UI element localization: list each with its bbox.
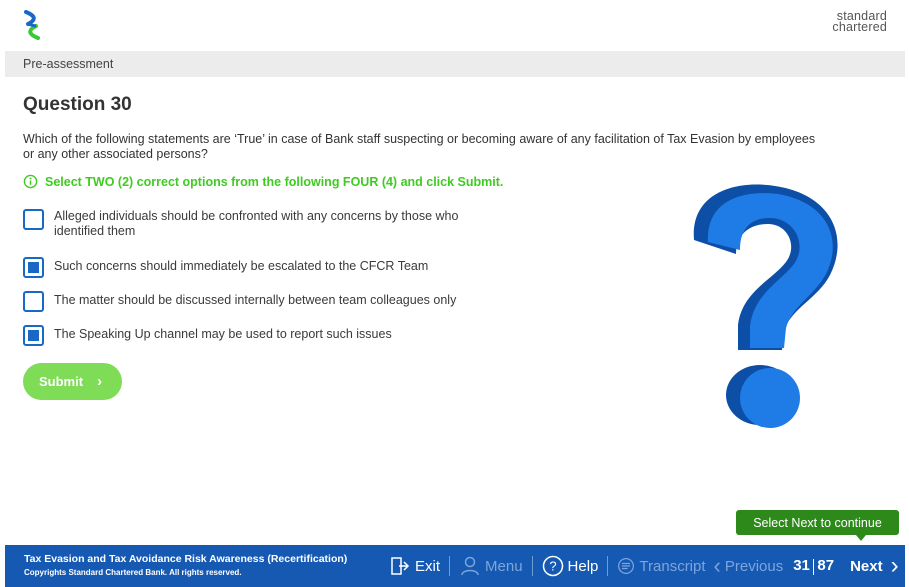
total-pages: 87 (817, 557, 835, 575)
section-title-bar: Pre-assessment (5, 51, 905, 77)
exit-icon (391, 557, 410, 575)
option-2[interactable]: Such concerns should immediately be esca… (23, 257, 504, 278)
submit-button[interactable]: Submit › (23, 363, 122, 400)
transcript-button[interactable]: Transcript (617, 557, 706, 575)
standard-chartered-logo (24, 10, 40, 40)
nav-divider (531, 556, 533, 576)
next-label: Next (850, 557, 883, 575)
copyright-text: Copyrights Standard Chartered Bank. All … (24, 568, 242, 577)
exit-button[interactable]: Exit (389, 555, 440, 577)
chevron-right-icon: › (890, 552, 899, 579)
option-checkbox[interactable] (23, 325, 44, 346)
menu-label: Menu (485, 557, 523, 575)
instruction-text: Select TWO (2) correct options from the … (45, 174, 504, 189)
brand-line-2: chartered (832, 19, 887, 34)
question-mark-illustration (693, 184, 838, 428)
option-3[interactable]: The matter should be discussed internall… (23, 291, 504, 312)
chevron-left-icon: ‹ (713, 553, 721, 578)
option-label: The matter should be discussed internall… (54, 293, 457, 307)
question-text: Which of the following statements are ‘T… (23, 132, 816, 161)
next-button[interactable]: Next › (840, 552, 899, 580)
menu-button[interactable]: Menu (459, 555, 523, 577)
option-1[interactable]: Alleged individuals should be confronted… (23, 209, 504, 239)
svg-text:?: ? (549, 559, 556, 574)
option-checkbox[interactable] (23, 209, 44, 230)
info-icon (23, 174, 38, 189)
help-icon: ? (542, 555, 563, 577)
option-4[interactable]: The Speaking Up channel may be used to r… (23, 325, 504, 346)
footer-bar: Tax Evasion and Tax Avoidance Risk Aware… (5, 545, 905, 587)
option-label: Alleged individuals should be confronted… (54, 209, 459, 238)
course-title: Tax Evasion and Tax Avoidance Risk Aware… (24, 553, 348, 565)
current-page: 31 (793, 557, 810, 575)
question-title: Question 30 (23, 94, 132, 115)
option-checkbox[interactable] (23, 257, 44, 278)
nav-divider (449, 556, 451, 576)
section-title: Pre-assessment (23, 57, 114, 71)
option-checkbox[interactable] (23, 291, 44, 312)
help-button[interactable]: ? Help (542, 555, 599, 577)
page-divider (812, 558, 815, 575)
brand-wordmark: standard chartered (832, 10, 887, 34)
player-navigation: Exit Menu ? Help Transcript ‹ Previous 3… (389, 545, 899, 587)
previous-label: Previous (724, 557, 784, 575)
next-hint-tooltip: Select Next to continue (736, 510, 899, 541)
transcript-icon (618, 558, 635, 574)
nav-divider (607, 556, 609, 576)
instruction: Select TWO (2) correct options from the … (23, 174, 503, 189)
option-label: Such concerns should immediately be esca… (54, 259, 429, 273)
exit-label: Exit (415, 557, 441, 575)
help-label: Help (567, 557, 599, 575)
tooltip-text: Select Next to continue (753, 515, 882, 530)
chevron-right-icon: › (97, 373, 103, 390)
menu-person-icon (461, 556, 479, 576)
previous-button[interactable]: ‹ Previous (714, 553, 784, 579)
submit-label: Submit (39, 374, 84, 389)
transcript-label: Transcript (639, 557, 706, 575)
page-counter: 31 87 (793, 557, 835, 575)
option-label: The Speaking Up channel may be used to r… (54, 327, 392, 341)
